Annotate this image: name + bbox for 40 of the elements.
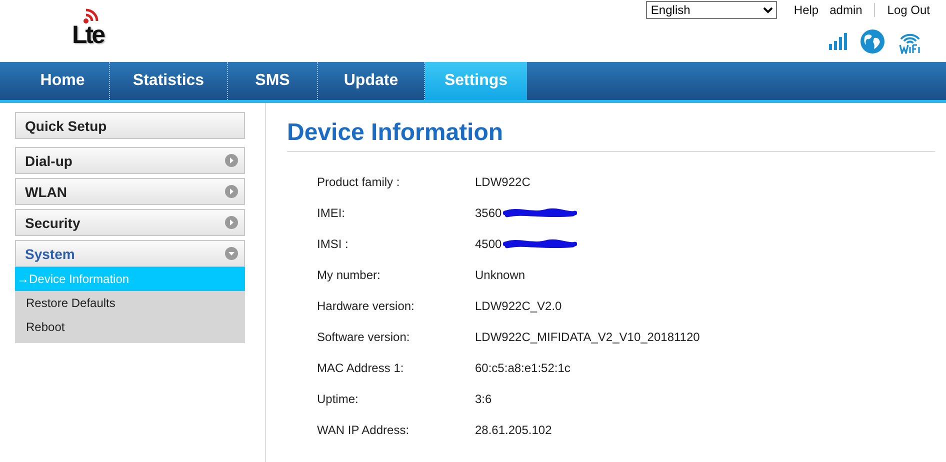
- sidebar-item[interactable]: Quick Setup: [15, 112, 245, 139]
- chevron-right-icon: [225, 185, 238, 198]
- info-label: MAC Address 1:: [317, 361, 405, 377]
- info-value: 3:6: [475, 392, 492, 406]
- info-value: 4500: [475, 237, 502, 251]
- globe-icon: [860, 29, 885, 54]
- info-label: Software version:: [317, 330, 411, 346]
- chevron-down-icon: [225, 247, 238, 260]
- signal-icon: [829, 33, 847, 50]
- info-value: LDW922C: [475, 175, 530, 189]
- header-link[interactable]: Help: [792, 3, 821, 17]
- chevron-right-icon: [225, 154, 238, 167]
- info-label: Hardware version:: [317, 299, 416, 315]
- submenu-item[interactable]: Reboot: [15, 315, 245, 339]
- page-title: Device Information: [287, 119, 935, 152]
- info-value: LDW922C_V2.0: [475, 299, 562, 313]
- info-label: IMEI:: [317, 206, 346, 222]
- info-label: IMSI :: [317, 237, 350, 253]
- sidebar-item[interactable]: Security: [15, 209, 245, 236]
- info-value: Unknown: [475, 268, 526, 282]
- chevron-right-icon: [225, 216, 238, 229]
- language-select[interactable]: English: [646, 1, 777, 19]
- sidebar-item[interactable]: WLAN: [15, 178, 245, 205]
- info-value: LDW922C_MIFIDATA_V2_V10_20181120: [475, 330, 700, 344]
- header-link[interactable]: admin: [828, 3, 864, 17]
- info-label: Uptime:: [317, 392, 360, 408]
- info-value: 3560: [475, 206, 502, 220]
- sidebar-item[interactable]: Dial-up: [15, 147, 245, 174]
- submenu-item[interactable]: Restore Defaults: [15, 291, 245, 315]
- header-link[interactable]: Log Out: [874, 3, 932, 17]
- sidebar-item[interactable]: System: [15, 240, 245, 267]
- info-label: Product family :: [317, 175, 401, 191]
- logo-text: Lte: [72, 24, 104, 46]
- nav-tab[interactable]: SMS: [228, 62, 318, 100]
- info-value: 60:c5:a8:e1:52:1c: [475, 361, 570, 375]
- info-label: My number:: [317, 268, 382, 284]
- info-value: 28.61.205.102: [475, 423, 552, 437]
- nav-tab[interactable]: Home: [16, 62, 110, 100]
- nav-tab[interactable]: Statistics: [110, 62, 228, 100]
- info-label: WAN IP Address:: [317, 423, 410, 439]
